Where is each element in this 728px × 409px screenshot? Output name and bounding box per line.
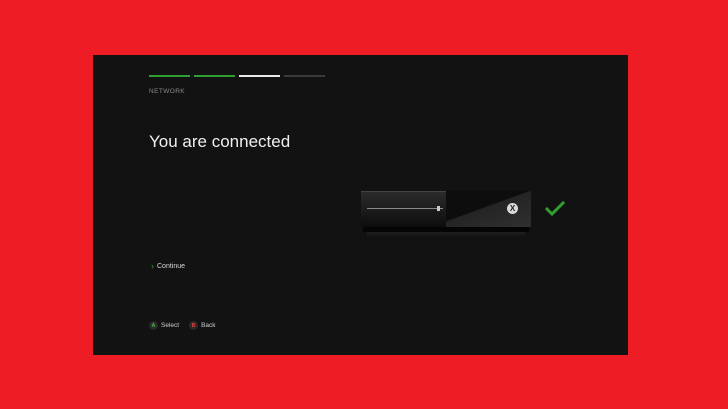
controller-hints: A Select B Back <box>149 321 216 330</box>
eject-light <box>437 206 440 211</box>
progress-step-2 <box>194 75 235 77</box>
chevron-right-icon: › <box>151 261 154 271</box>
checkmark-icon <box>545 201 565 217</box>
continue-label: Continue <box>157 263 186 270</box>
progress-step-4 <box>284 75 325 77</box>
console-image: X <box>361 191 531 237</box>
page-title: You are connected <box>149 132 291 151</box>
setup-screen: NETWORK You are connected X › Continue A… <box>93 55 628 355</box>
progress-step-1 <box>149 75 190 77</box>
xbox-logo-icon: X <box>507 203 518 214</box>
setup-progress-bar <box>149 75 325 77</box>
progress-step-3 <box>239 75 280 77</box>
continue-button[interactable]: › Continue <box>151 262 185 271</box>
select-hint: A Select <box>149 321 179 330</box>
back-hint[interactable]: B Back <box>189 321 216 330</box>
disc-slot <box>367 208 443 209</box>
b-button-icon: B <box>189 321 199 330</box>
section-label: NETWORK <box>149 88 186 95</box>
console-glossy-panel <box>446 191 531 227</box>
a-button-icon: A <box>149 321 158 330</box>
back-hint-label: Back <box>201 322 216 329</box>
select-hint-label: Select <box>161 322 180 329</box>
console-shadow <box>367 232 525 237</box>
